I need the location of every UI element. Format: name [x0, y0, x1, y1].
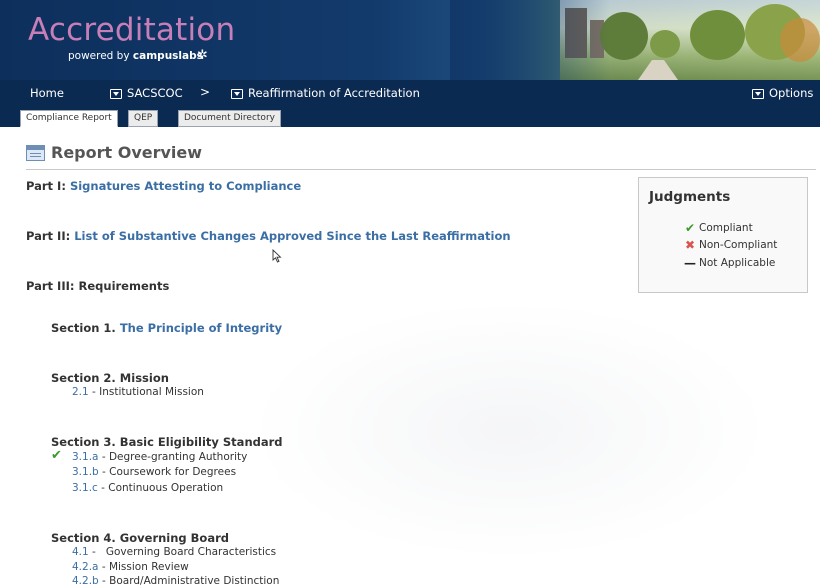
- tab-qep[interactable]: QEP: [128, 110, 159, 127]
- report-icon: [26, 144, 45, 161]
- check-icon: ✔: [51, 448, 62, 463]
- standard-link[interactable]: 4.2.a: [72, 561, 98, 573]
- title-divider: [26, 169, 816, 170]
- standard-link[interactable]: 3.1.c: [72, 482, 98, 494]
- powered-by-label: powered by: [68, 50, 130, 62]
- standard-title: - Degree-granting Authority: [98, 451, 248, 463]
- legend-na: — Not Applicable: [683, 256, 775, 270]
- section-1-label: Section 1.: [51, 321, 116, 335]
- top-nav: Home SACSCOC > Reaffirmation of Accredit…: [0, 80, 820, 106]
- section-2-heading: Section 2. Mission: [51, 371, 169, 385]
- section-3-heading: Section 3. Basic Eligibility Standard: [51, 435, 283, 449]
- reaffirmation-dropdown[interactable]: Reaffirmation of Accreditation: [231, 86, 420, 100]
- x-icon: ✖: [684, 238, 696, 252]
- legend-na-label: Not Applicable: [699, 257, 776, 269]
- dropdown-icon: [231, 89, 243, 99]
- page-title-text: Report Overview: [51, 143, 203, 162]
- breadcrumb-separator: >: [200, 85, 211, 99]
- tab-strip: Compliance Report QEP Document Directory: [0, 106, 820, 127]
- tab-compliance-report[interactable]: Compliance Report: [20, 110, 118, 127]
- part-1-link[interactable]: Signatures Attesting to Compliance: [70, 179, 301, 193]
- campuslabs-logo-icon: ✲: [197, 48, 208, 63]
- dropdown-icon: [110, 89, 122, 99]
- mouse-cursor-icon: [272, 249, 282, 263]
- list-item: 4.2.b - Board/Administrative Distinction: [72, 575, 279, 587]
- part-1-label: Part I:: [26, 179, 66, 193]
- tab-document-directory[interactable]: Document Directory: [178, 110, 281, 127]
- standard-title: - Coursework for Degrees: [98, 466, 237, 478]
- powered-by-text: powered by campuslabs: [68, 50, 203, 62]
- sacscoc-dropdown[interactable]: SACSCOC: [110, 86, 183, 100]
- section-4-heading: Section 4. Governing Board: [51, 531, 229, 545]
- app-logo-title[interactable]: Accreditation: [28, 12, 235, 48]
- background-watermark: [250, 300, 770, 560]
- sacscoc-dropdown-label: SACSCOC: [127, 86, 183, 100]
- list-item: 4.2.a - Mission Review: [72, 561, 189, 573]
- page-title: Report Overview: [26, 143, 202, 162]
- standard-link[interactable]: 4.2.b: [72, 575, 99, 587]
- standard-link[interactable]: 2.1: [72, 386, 89, 398]
- standard-title: - Continuous Operation: [97, 482, 224, 494]
- part-3-heading: Part III: Requirements: [26, 279, 170, 293]
- campus-tree: [690, 10, 745, 60]
- dropdown-icon: [752, 89, 764, 99]
- campus-tree: [650, 30, 680, 58]
- judgments-title: Judgments: [649, 189, 731, 205]
- banner-fade: [450, 0, 610, 80]
- part-1: Part I: Signatures Attesting to Complian…: [26, 179, 301, 193]
- standard-title: - Mission Review: [98, 561, 189, 573]
- campus-tree: [780, 18, 820, 62]
- part-2-link[interactable]: List of Substantive Changes Approved Sin…: [74, 229, 510, 243]
- section-1-link[interactable]: The Principle of Integrity: [120, 321, 282, 335]
- standard-link[interactable]: 4.1: [72, 546, 89, 558]
- list-item: 3.1.b - Coursework for Degrees: [72, 466, 236, 478]
- part-2: Part II: List of Substantive Changes App…: [26, 229, 511, 243]
- check-icon: ✔: [684, 221, 696, 235]
- legend-noncompliant: ✖ Non-Compliant: [683, 238, 777, 252]
- part-2-label: Part II:: [26, 229, 71, 243]
- campuslabs-brand: campuslabs: [132, 50, 203, 62]
- reaffirmation-dropdown-label: Reaffirmation of Accreditation: [248, 86, 420, 100]
- section-1: Section 1. The Principle of Integrity: [51, 321, 282, 335]
- options-dropdown-label: Options: [769, 86, 814, 100]
- list-item: 3.1.c - Continuous Operation: [72, 482, 223, 494]
- options-dropdown[interactable]: Options: [752, 86, 813, 100]
- list-item: 2.1 - Institutional Mission: [72, 386, 204, 398]
- legend-compliant-label: Compliant: [699, 222, 753, 234]
- legend-compliant: ✔ Compliant: [683, 221, 753, 235]
- standard-link[interactable]: 3.1.b: [72, 466, 99, 478]
- list-item: 4.1 - Governing Board Characteristics: [72, 546, 276, 558]
- nav-home-link[interactable]: Home: [30, 86, 64, 100]
- header-banner: Accreditation powered by campuslabs ✲: [0, 0, 820, 80]
- legend-noncompliant-label: Non-Compliant: [699, 239, 778, 251]
- dash-icon: —: [684, 256, 696, 270]
- standard-link[interactable]: 3.1.a: [72, 451, 98, 463]
- standard-title: - Governing Board Characteristics: [88, 546, 277, 558]
- standard-title: - Institutional Mission: [88, 386, 204, 398]
- list-item: 3.1.a - Degree-granting Authority: [72, 451, 247, 463]
- standard-title: - Board/Administrative Distinction: [98, 575, 280, 587]
- judgments-legend: Judgments ✔ Compliant ✖ Non-Compliant — …: [638, 177, 808, 293]
